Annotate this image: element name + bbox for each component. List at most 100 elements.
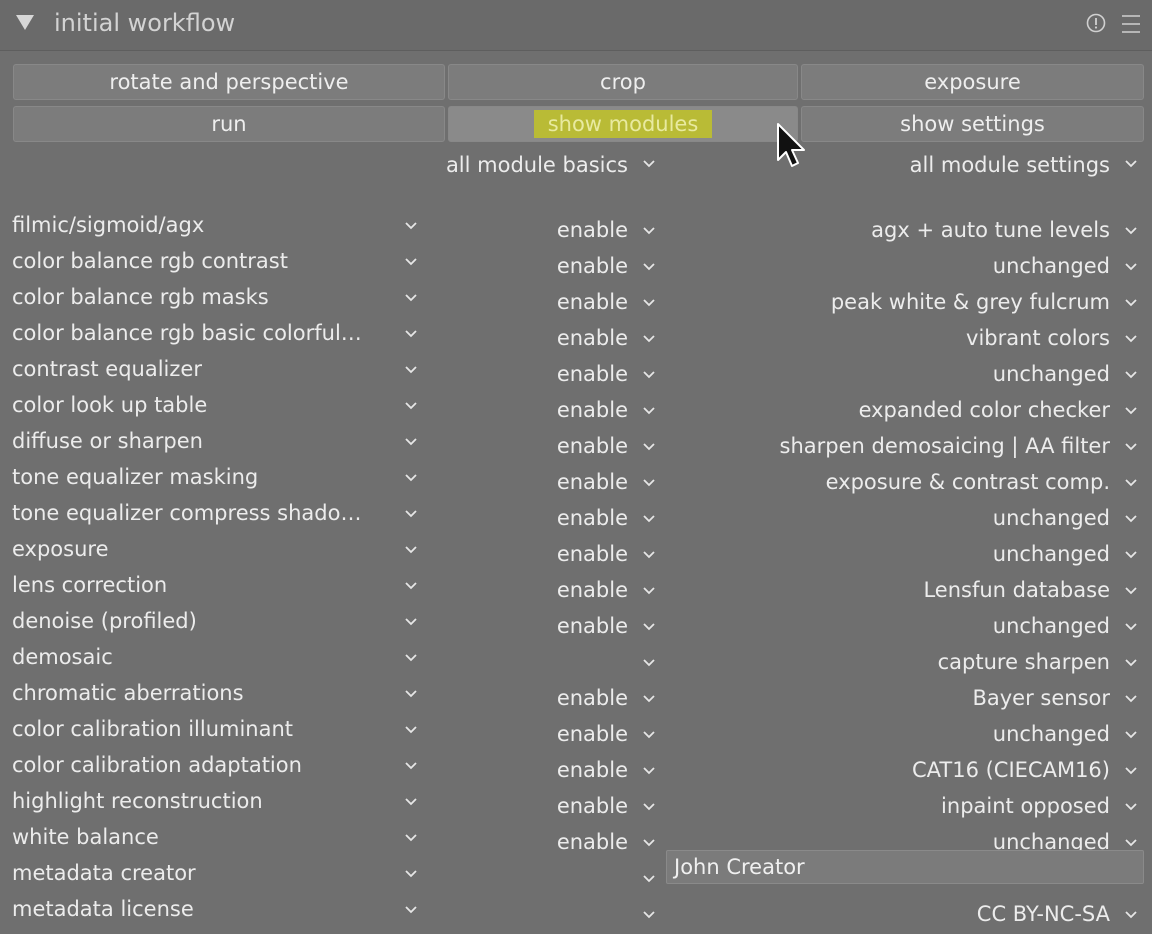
module-name-dropdown[interactable]: metadata creator (12, 859, 372, 887)
chevron-down-icon[interactable] (642, 332, 656, 346)
module-basic-dropdown[interactable]: enable (557, 576, 628, 604)
module-setting-dropdown[interactable]: unchanged (993, 720, 1110, 748)
module-name-dropdown[interactable]: tone equalizer compress shado… (12, 499, 372, 527)
chevron-down-icon[interactable] (1124, 692, 1138, 706)
info-icon[interactable] (1086, 13, 1106, 33)
chevron-down-icon[interactable] (404, 327, 418, 341)
module-name-dropdown[interactable]: tone equalizer masking (12, 463, 372, 491)
chevron-down-icon[interactable] (1124, 512, 1138, 526)
module-name-dropdown[interactable]: chromatic aberrations (12, 679, 372, 707)
chevron-down-icon[interactable] (1124, 224, 1138, 238)
chevron-down-icon[interactable] (404, 543, 418, 557)
chevron-down-icon[interactable] (1124, 296, 1138, 310)
module-setting-dropdown[interactable]: unchanged (993, 252, 1110, 280)
show-settings-button[interactable]: show settings (801, 106, 1144, 142)
chevron-down-icon[interactable] (1124, 368, 1138, 382)
chevron-down-icon[interactable] (1124, 476, 1138, 490)
module-name-dropdown[interactable]: filmic/sigmoid/agx (12, 211, 372, 239)
chevron-down-icon[interactable] (642, 656, 656, 670)
module-name-dropdown[interactable]: diffuse or sharpen (12, 427, 372, 455)
chevron-down-icon[interactable] (1124, 656, 1138, 670)
module-name-dropdown[interactable]: denoise (profiled) (12, 607, 372, 635)
module-name-dropdown[interactable]: color calibration illuminant (12, 715, 372, 743)
chevron-down-icon[interactable] (404, 615, 418, 629)
chevron-down-icon[interactable] (1124, 440, 1138, 454)
chevron-down-icon[interactable] (642, 800, 656, 814)
module-header[interactable]: initial workflow (0, 0, 1152, 51)
module-setting-dropdown[interactable]: peak white & grey fulcrum (831, 288, 1110, 316)
chevron-down-icon[interactable] (1124, 584, 1138, 598)
chevron-down-icon[interactable] (642, 368, 656, 382)
module-setting-dropdown[interactable]: inpaint opposed (941, 792, 1110, 820)
chevron-down-icon[interactable] (1124, 260, 1138, 274)
module-basic-dropdown[interactable]: enable (557, 756, 628, 784)
chevron-down-icon[interactable] (404, 831, 418, 845)
module-name-dropdown[interactable]: color look up table (12, 391, 372, 419)
chevron-down-icon[interactable] (642, 476, 656, 490)
chevron-down-icon[interactable] (642, 836, 656, 850)
module-basic-dropdown[interactable]: enable (557, 324, 628, 352)
module-name-dropdown[interactable]: color calibration adaptation (12, 751, 372, 779)
module-basic-dropdown[interactable]: enable (557, 792, 628, 820)
chevron-down-icon[interactable] (404, 903, 418, 917)
module-setting-dropdown[interactable]: Bayer sensor (972, 684, 1110, 712)
chevron-down-icon[interactable] (642, 296, 656, 310)
chevron-down-icon[interactable] (404, 255, 418, 269)
chevron-down-icon[interactable] (642, 764, 656, 778)
chevron-down-icon[interactable] (642, 440, 656, 454)
collapse-triangle-icon[interactable] (16, 15, 34, 30)
module-name-dropdown[interactable]: color balance rgb basic colorfulness (12, 319, 372, 347)
chevron-down-icon[interactable] (642, 260, 656, 274)
module-name-dropdown[interactable]: color balance rgb masks (12, 283, 372, 311)
module-basic-dropdown[interactable]: enable (557, 720, 628, 748)
chevron-down-icon[interactable] (1124, 620, 1138, 634)
hamburger-menu-icon[interactable] (1121, 13, 1141, 35)
rotate-and-perspective-button[interactable]: rotate and perspective (13, 64, 445, 100)
module-name-dropdown[interactable]: metadata license (12, 895, 372, 923)
chevron-down-icon[interactable] (404, 651, 418, 665)
chevron-down-icon[interactable] (404, 507, 418, 521)
chevron-down-icon[interactable] (1124, 836, 1138, 850)
module-basic-dropdown[interactable]: enable (557, 360, 628, 388)
chevron-down-icon[interactable] (404, 435, 418, 449)
module-basic-dropdown[interactable]: enable (557, 288, 628, 316)
chevron-down-icon[interactable] (404, 759, 418, 773)
module-setting-dropdown[interactable]: exposure & contrast comp. (826, 468, 1110, 496)
chevron-down-icon[interactable] (404, 363, 418, 377)
module-name-dropdown[interactable]: demosaic (12, 643, 372, 671)
chevron-down-icon[interactable] (1124, 404, 1138, 418)
module-setting-dropdown[interactable]: expanded color checker (859, 396, 1110, 424)
run-button[interactable]: run (13, 106, 445, 142)
show-modules-button[interactable]: show modules (448, 106, 798, 142)
all-module-settings-dropdown[interactable]: all module settings (910, 151, 1110, 179)
module-setting-dropdown[interactable]: unchanged (993, 504, 1110, 532)
module-basic-dropdown[interactable]: enable (557, 504, 628, 532)
module-basic-dropdown[interactable]: enable (557, 432, 628, 460)
module-setting-dropdown[interactable]: vibrant colors (966, 324, 1110, 352)
module-name-dropdown[interactable]: highlight reconstruction (12, 787, 372, 815)
chevron-down-icon[interactable] (642, 872, 656, 886)
module-setting-dropdown[interactable]: capture sharpen (938, 648, 1110, 676)
chevron-down-icon[interactable] (1124, 728, 1138, 742)
chevron-down-icon[interactable] (1124, 908, 1138, 922)
exposure-button[interactable]: exposure (801, 64, 1144, 100)
chevron-down-icon[interactable] (642, 584, 656, 598)
module-setting-dropdown[interactable]: CAT16 (CIECAM16) (912, 756, 1110, 784)
module-basic-dropdown[interactable]: enable (557, 396, 628, 424)
chevron-down-icon[interactable] (404, 399, 418, 413)
chevron-down-icon[interactable] (404, 579, 418, 593)
chevron-down-icon[interactable] (1124, 157, 1138, 171)
chevron-down-icon[interactable] (642, 404, 656, 418)
module-basic-dropdown[interactable]: enable (557, 612, 628, 640)
module-setting-dropdown[interactable]: CC BY-NC-SA (977, 900, 1110, 928)
module-setting-dropdown[interactable]: unchanged (993, 612, 1110, 640)
chevron-down-icon[interactable] (642, 728, 656, 742)
metadata-creator-input[interactable]: John Creator (666, 850, 1144, 884)
chevron-down-icon[interactable] (1124, 764, 1138, 778)
module-basic-dropdown[interactable]: enable (557, 468, 628, 496)
chevron-down-icon[interactable] (404, 687, 418, 701)
chevron-down-icon[interactable] (642, 157, 656, 171)
chevron-down-icon[interactable] (642, 548, 656, 562)
crop-button[interactable]: crop (448, 64, 798, 100)
module-setting-dropdown[interactable]: agx + auto tune levels (871, 216, 1110, 244)
